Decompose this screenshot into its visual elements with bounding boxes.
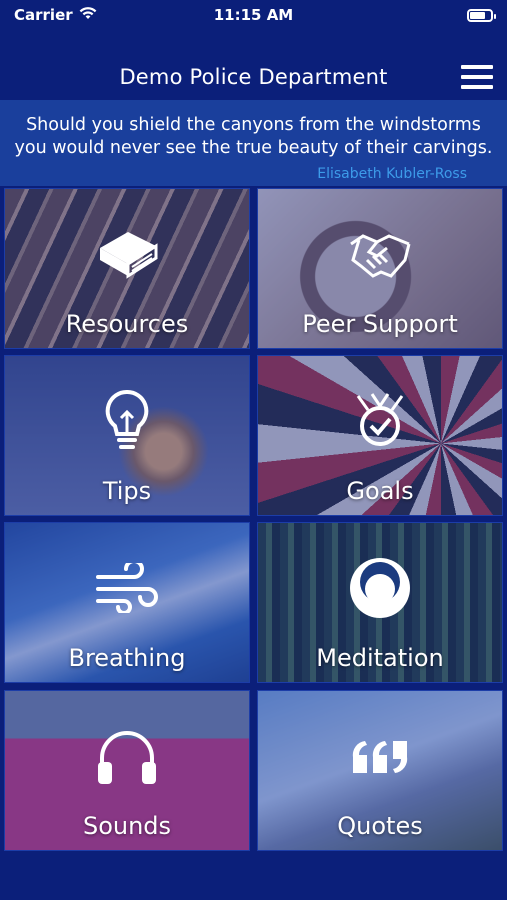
quote-author[interactable]: Elisabeth Kubler-Ross (317, 166, 467, 182)
tile-label: Breathing (68, 644, 186, 672)
tile-label: Sounds (82, 812, 172, 840)
tile-label: Meditation (316, 644, 444, 672)
tile-meditation[interactable]: Meditation (257, 522, 503, 683)
tile-label: Peer Support (302, 310, 458, 338)
status-left: Carrier (14, 6, 97, 24)
tile-label: Quotes (337, 812, 423, 840)
quote-banner: Should you shield the canyons from the w… (0, 100, 507, 186)
battery-icon (467, 8, 496, 22)
quote-marks-icon (345, 721, 415, 791)
handshake-icon (345, 219, 415, 289)
tile-label: Tips (102, 477, 152, 505)
meditation-circle-icon (345, 553, 415, 623)
page-title: Demo Police Department (119, 65, 388, 89)
tile-label: Resources (65, 310, 189, 338)
tile-peer-support[interactable]: Peer Support (257, 188, 503, 349)
target-check-icon (345, 386, 415, 456)
tile-sounds[interactable]: Sounds (4, 690, 250, 851)
tile-quotes[interactable]: Quotes (257, 690, 503, 851)
nav-bar: Demo Police Department (0, 55, 507, 99)
quote-text: Should you shield the canyons from the w… (14, 115, 493, 158)
headphones-icon (92, 721, 162, 791)
tile-breathing[interactable]: Breathing (4, 522, 250, 683)
tile-label: Goals (346, 477, 414, 505)
status-bar: Carrier 11:15 AM (0, 0, 507, 30)
tile-tips[interactable]: Tips (4, 355, 250, 516)
hamburger-menu-icon[interactable] (461, 65, 493, 89)
lightbulb-icon (92, 386, 162, 456)
tile-resources[interactable]: Resources (4, 188, 250, 349)
tile-goals[interactable]: Goals (257, 355, 503, 516)
wifi-icon (79, 6, 97, 24)
book-icon (92, 219, 162, 289)
carrier-label: Carrier (14, 6, 73, 24)
wind-icon (92, 553, 162, 623)
